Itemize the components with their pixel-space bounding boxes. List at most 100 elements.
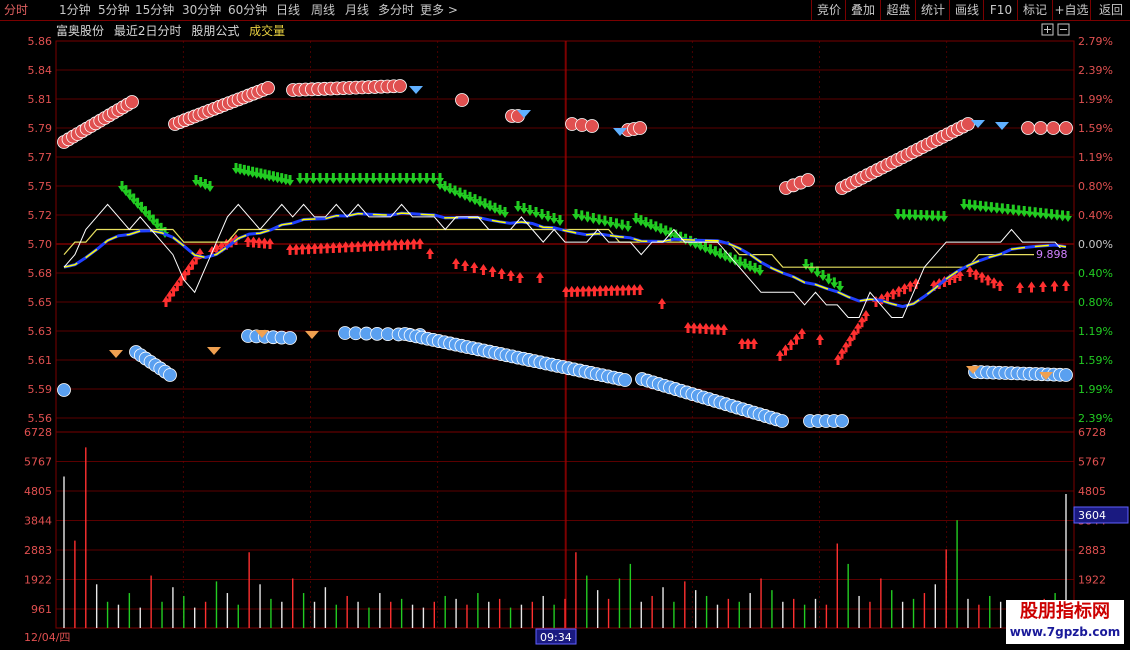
down-arrow [1047,209,1056,221]
down-arrow [302,173,311,184]
up-arrow [1062,280,1070,291]
diamond-signal [207,347,221,355]
down-arrow [389,173,398,184]
down-arrow [342,173,351,184]
up-arrow [781,344,790,356]
down-arrow [336,173,344,184]
volume-tick-label: 4805 [24,485,52,498]
percent-tick-label: 2.79% [1078,35,1113,48]
up-arrow [906,280,915,292]
down-arrow [1009,204,1018,216]
price-tick-label: 5.84 [28,64,53,77]
percent-tick-label: 1.99% [1078,93,1113,106]
buy-signal-ball [775,414,789,428]
down-arrow [1025,206,1034,218]
down-arrow [322,173,331,184]
down-arrow [624,221,632,232]
down-arrow [526,205,534,216]
down-arrow [976,200,985,212]
down-arrow [606,217,615,228]
sell-signal-ball [1033,121,1048,135]
up-arrow [816,334,824,345]
volume-tick-label-right: 1922 [1078,574,1106,587]
down-arrow [577,210,586,222]
up-arrow [470,262,479,273]
down-arrow [1036,207,1045,219]
percent-tick-label: 1.59% [1078,354,1113,367]
down-arrow [514,201,522,212]
volume-tick-label: 1922 [24,574,52,587]
watermark-title: 股朋指标网 [1020,601,1110,622]
down-arrow [618,219,627,231]
volume-tick-label: 961 [31,603,52,616]
up-arrow [889,288,898,300]
date-label: 12/04/四 [24,631,70,644]
up-arrow [636,284,644,295]
down-arrow [583,211,592,223]
buy-signal-ball [618,373,632,387]
down-arrow [416,173,424,184]
down-arrow [544,211,552,222]
price-tick-label: 5.56 [28,412,53,425]
percent-tick-label: 0.40% [1078,267,1113,280]
up-arrow [452,258,460,269]
price-tick-label: 5.75 [28,180,53,193]
percent-tick-label: 1.19% [1078,151,1113,164]
down-arrow [1058,210,1067,222]
up-arrow [416,238,424,249]
down-arrow [1064,211,1072,222]
diamond-signal [305,331,319,339]
up-arrow [536,272,544,283]
up-arrow [787,339,795,350]
down-arrow [520,203,528,214]
down-arrow [1031,207,1040,219]
down-arrow [970,200,979,212]
price-tick-label: 5.65 [28,296,53,309]
sell-signal-ball [633,121,647,135]
sell-signal-ball [261,81,275,95]
up-arrow [1050,280,1059,292]
volume-tick-label: 6728 [24,426,52,439]
price-tick-label: 5.61 [28,354,53,367]
sell-signal-ball [455,93,469,107]
volume-tick-label: 5767 [24,456,52,469]
down-arrow [1042,208,1051,220]
down-arrow [409,173,418,184]
volume-tick-label-right: 4805 [1078,485,1106,498]
buy-signal-ball [283,331,297,345]
volume-tick-label-right: 2883 [1078,544,1106,557]
down-arrow [362,173,371,184]
percent-tick-label: 1.19% [1078,325,1113,338]
sell-signal-ball [1021,121,1035,135]
down-arrow [369,173,378,184]
down-arrow [538,209,546,220]
buy-signal-ball [163,368,177,382]
up-arrow [506,270,515,281]
down-arrow [960,199,968,210]
percent-tick-label: 0.40% [1078,209,1113,222]
down-arrow [501,207,509,218]
sell-signal-ball [1059,121,1073,135]
down-arrow [595,214,604,226]
percent-tick-label: 2.39% [1078,64,1113,77]
down-arrow [572,209,580,220]
percent-tick-label: 1.99% [1078,383,1113,396]
percent-tick-label: 2.39% [1078,412,1113,425]
up-arrow [1016,282,1024,293]
price-tick-label: 5.63 [28,325,53,338]
price-tick-label: 5.79 [28,122,53,135]
price-tick-label: 5.72 [28,209,53,222]
intraday-chart[interactable]: 5.86 2.79% 5.84 2.39% 5.81 1.99% 5.79 1.59% 5.77… [0,0,1130,650]
up-arrow [720,324,728,335]
up-arrow [461,260,470,271]
down-arrow [356,173,364,184]
down-arrow [556,215,564,226]
volume-tick-label-right: 5767 [1078,456,1106,469]
down-arrow [1003,204,1012,216]
up-arrow [900,283,909,295]
volume-tick-label-right: 6728 [1078,426,1106,439]
down-arrow [998,203,1007,215]
down-arrow [206,181,214,192]
sell-signal-ball [125,95,139,109]
volume-tick-label: 2883 [24,544,52,557]
